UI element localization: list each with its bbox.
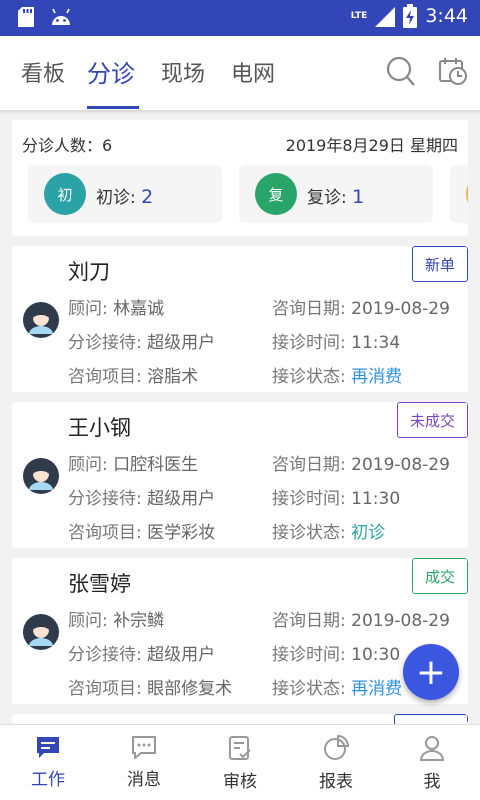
patient-name: 张雪婷 <box>68 572 131 596</box>
avatar-icon <box>23 302 59 338</box>
status-badge-partial <box>394 714 468 724</box>
reception-value: 超级用户 <box>147 489 216 509</box>
network-type: LTE <box>350 11 368 21</box>
signal-icon <box>375 7 396 27</box>
reception-value: 超级用户 <box>147 333 216 353</box>
nav-review-label: 审核 <box>223 772 257 792</box>
consultant-label: 顾问: <box>68 611 114 631</box>
bottom-nav: 工作 消息 审核 报表 我 <box>0 724 480 800</box>
time-value: 11:34 <box>351 333 401 353</box>
project-value: 医学彩妆 <box>147 523 216 543</box>
triage-count: 分诊人数：6 <box>22 136 113 155</box>
visit-status-label: 接诊状态: <box>272 523 352 543</box>
nav-reports[interactable]: 报表 <box>296 735 376 792</box>
reception-label: 分诊接待: <box>68 333 148 353</box>
time-label: 接诊时间: <box>272 489 352 509</box>
nav-me[interactable]: 我 <box>392 735 472 792</box>
nav-messages[interactable]: 消息 <box>104 735 184 790</box>
tab-telemarketing[interactable]: 电网 <box>231 56 275 88</box>
return-visit-label: 复诊: <box>307 188 353 208</box>
nav-reports-label: 报表 <box>319 772 353 792</box>
consultant-value: 口腔科医生 <box>113 455 199 475</box>
visit-status-label: 接诊状态: <box>272 679 352 699</box>
sd-card-icon <box>18 7 34 27</box>
nav-me-label: 我 <box>423 772 441 792</box>
first-visit-count: 2 <box>141 186 154 208</box>
patient-name: 王小钢 <box>68 416 131 440</box>
return-visit-count: 1 <box>352 186 365 208</box>
tab-triage[interactable]: 分诊 <box>87 54 135 89</box>
reception-value: 超级用户 <box>147 645 216 665</box>
clock: 3:44 <box>425 5 468 27</box>
message-icon <box>132 736 156 759</box>
date-value: 2019-08-29 <box>351 455 450 475</box>
user-icon <box>419 736 445 761</box>
patient-name: 刘刀 <box>68 260 110 284</box>
date-value: 2019-08-29 <box>351 611 450 631</box>
date-label: 咨询日期: <box>272 611 352 631</box>
nav-work-label: 工作 <box>31 770 65 790</box>
status-badge: 新单 <box>411 246 468 282</box>
visit-status-value: 初诊 <box>351 523 386 543</box>
more-chip-icon <box>466 173 468 215</box>
patient-card-partial[interactable] <box>12 714 468 724</box>
status-bar: LTE 3:44 <box>0 0 480 36</box>
visit-status-label: 接诊状态: <box>272 367 352 387</box>
consultant-value: 林嘉诚 <box>113 299 165 319</box>
time-value: 10:30 <box>351 645 401 665</box>
first-visit-label: 初诊: <box>96 188 142 208</box>
project-value: 眼部修复术 <box>147 679 233 699</box>
reception-label: 分诊接待: <box>68 645 148 665</box>
date-value: 2019-08-29 <box>351 299 450 319</box>
patient-card[interactable]: 刘刀 新单 顾问: 林嘉诚 分诊接待: 超级用户 咨询项目: 溶脂术 咨询日期:… <box>12 246 468 392</box>
tab-onsite[interactable]: 现场 <box>161 56 205 88</box>
first-visit-icon: 初 <box>44 173 86 215</box>
triage-summary: 分诊人数：6 2019年8月29日 星期四 初 初诊: 2 复 复诊: 1 <box>12 120 468 236</box>
consultant-value: 补宗鳞 <box>113 611 165 631</box>
visit-status-value: 再消费 <box>351 367 403 387</box>
battery-charging-icon <box>403 4 418 28</box>
first-visit-chip[interactable]: 初 初诊: 2 <box>28 165 222 223</box>
active-tab-indicator <box>87 106 139 109</box>
more-chip[interactable] <box>450 165 468 223</box>
tab-dashboard[interactable]: 看板 <box>21 56 65 88</box>
project-value: 溶脂术 <box>147 367 199 387</box>
nav-messages-label: 消息 <box>127 770 161 790</box>
patient-card[interactable]: 张雪婷 成交 顾问: 补宗鳞 分诊接待: 超级用户 咨询项目: 眼部修复术 咨询… <box>12 558 468 704</box>
work-icon <box>37 737 59 758</box>
nav-review[interactable]: 审核 <box>200 735 280 792</box>
status-badge: 未成交 <box>396 402 468 438</box>
top-tab-bar: 看板 分诊 现场 电网 <box>0 36 480 110</box>
consultant-label: 顾问: <box>68 455 114 475</box>
reception-label: 分诊接待: <box>68 489 148 509</box>
consultant-label: 顾问: <box>68 299 114 319</box>
time-label: 接诊时间: <box>272 645 352 665</box>
avatar-icon <box>23 458 59 494</box>
review-icon <box>229 736 251 760</box>
visit-status-value: 再消费 <box>351 679 403 699</box>
android-icon <box>52 8 70 25</box>
patient-card[interactable]: 王小钢 未成交 顾问: 口腔科医生 分诊接待: 超级用户 咨询项目: 医学彩妆 … <box>12 402 468 548</box>
pie-chart-icon <box>324 735 349 760</box>
project-label: 咨询项目: <box>68 679 148 699</box>
nav-work[interactable]: 工作 <box>8 735 88 790</box>
search-icon[interactable] <box>386 56 416 88</box>
add-button[interactable]: + <box>403 644 459 700</box>
return-visit-icon: 复 <box>255 173 297 215</box>
current-date: 2019年8月29日 星期四 <box>285 136 458 155</box>
calendar-clock-icon[interactable] <box>438 56 468 86</box>
time-value: 11:30 <box>351 489 401 509</box>
avatar-icon <box>23 614 59 650</box>
time-label: 接诊时间: <box>272 333 352 353</box>
date-label: 咨询日期: <box>272 299 352 319</box>
project-label: 咨询项目: <box>68 367 148 387</box>
project-label: 咨询项目: <box>68 523 148 543</box>
status-badge: 成交 <box>411 558 468 594</box>
date-label: 咨询日期: <box>272 455 352 475</box>
return-visit-chip[interactable]: 复 复诊: 1 <box>239 165 433 223</box>
